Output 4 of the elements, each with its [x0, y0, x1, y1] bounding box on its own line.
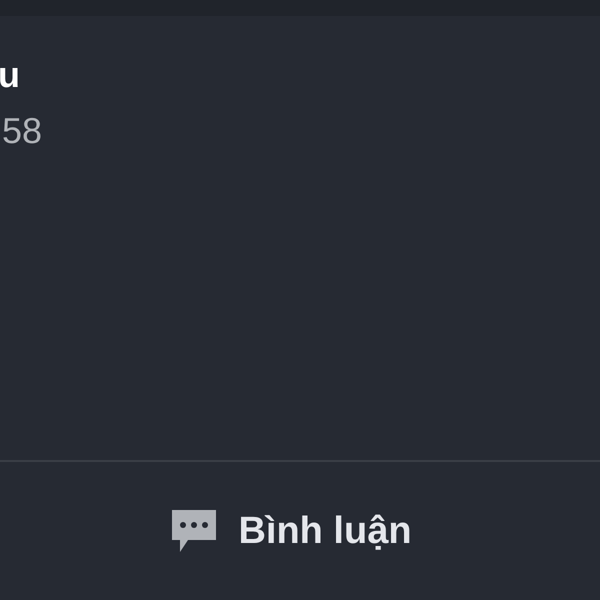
post-time: 58 [2, 110, 42, 152]
comment-icon [170, 508, 218, 554]
author-name[interactable]: u [0, 54, 20, 96]
comment-button[interactable]: Bình luận [170, 508, 412, 554]
